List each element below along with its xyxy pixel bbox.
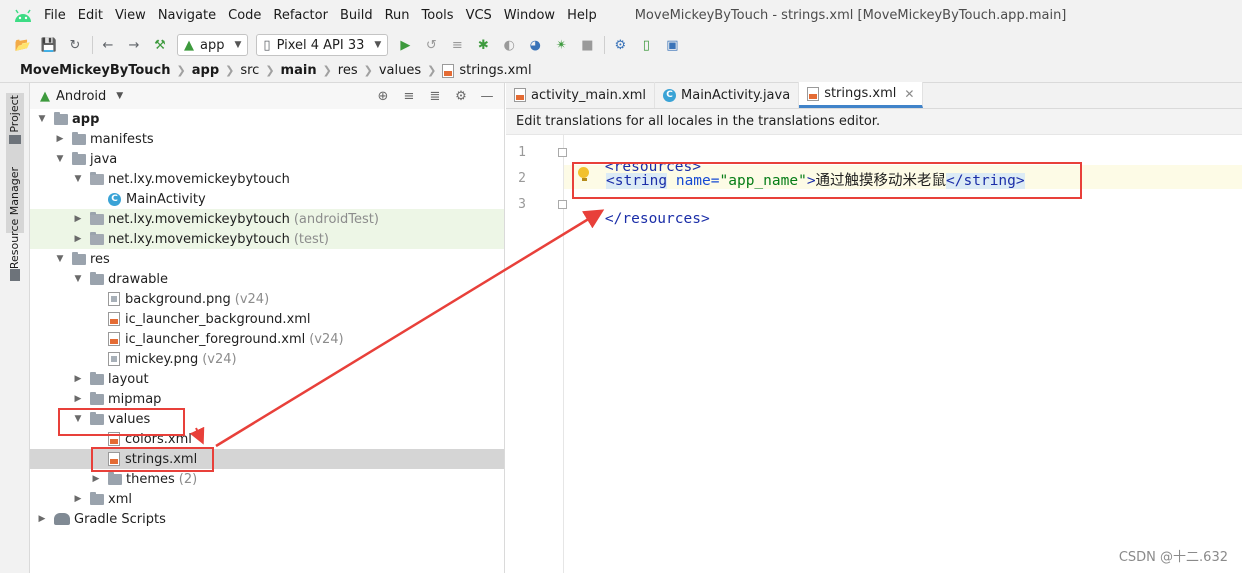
annotation-arrow xyxy=(215,209,605,448)
annotation-arrows xyxy=(189,209,605,448)
annotation-arrow xyxy=(189,426,205,445)
watermark: CSDN @十二.632 xyxy=(1118,550,1228,565)
